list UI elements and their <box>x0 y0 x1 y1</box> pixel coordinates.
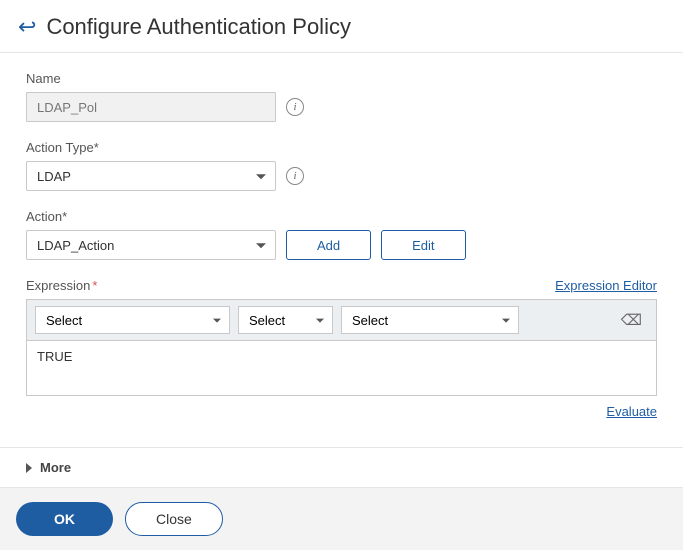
field-name: Name i <box>26 71 657 122</box>
close-button[interactable]: Close <box>125 502 223 536</box>
info-icon[interactable]: i <box>286 98 304 116</box>
action-label: Action* <box>26 209 657 224</box>
action-type-select[interactable]: LDAP <box>26 161 276 191</box>
field-action-type: Action Type* LDAP i <box>26 140 657 191</box>
form-area: Name i Action Type* LDAP i Action* LDAP_… <box>0 52 683 447</box>
page-header: ↩ Configure Authentication Policy <box>0 0 683 52</box>
field-expression: Expression* Expression Editor Select Sel… <box>26 278 657 419</box>
action-select[interactable]: LDAP_Action <box>26 230 276 260</box>
edit-button[interactable]: Edit <box>381 230 465 260</box>
more-label: More <box>40 460 71 475</box>
expr-select-2[interactable]: Select <box>238 306 333 334</box>
expression-body[interactable]: TRUE <box>27 341 656 395</box>
expression-box: Select Select Select ⌫ TRUE <box>26 299 657 396</box>
expr-select-1[interactable]: Select <box>35 306 230 334</box>
action-type-label: Action Type* <box>26 140 657 155</box>
expression-editor-link[interactable]: Expression Editor <box>555 278 657 293</box>
clear-icon[interactable]: ⌫ <box>615 311 648 329</box>
footer: OK Close <box>0 488 683 550</box>
page-title: Configure Authentication Policy <box>46 14 351 40</box>
expression-label: Expression* <box>26 278 97 293</box>
evaluate-link[interactable]: Evaluate <box>606 404 657 419</box>
add-button[interactable]: Add <box>286 230 371 260</box>
expr-select-3[interactable]: Select <box>341 306 519 334</box>
more-toggle[interactable]: More <box>0 447 683 488</box>
name-input[interactable] <box>26 92 276 122</box>
field-action: Action* LDAP_Action Add Edit <box>26 209 657 260</box>
chevron-right-icon <box>26 463 32 473</box>
ok-button[interactable]: OK <box>16 502 113 536</box>
expression-toolbar: Select Select Select ⌫ <box>27 300 656 341</box>
info-icon[interactable]: i <box>286 167 304 185</box>
name-label: Name <box>26 71 657 86</box>
back-icon[interactable]: ↩ <box>18 16 36 38</box>
